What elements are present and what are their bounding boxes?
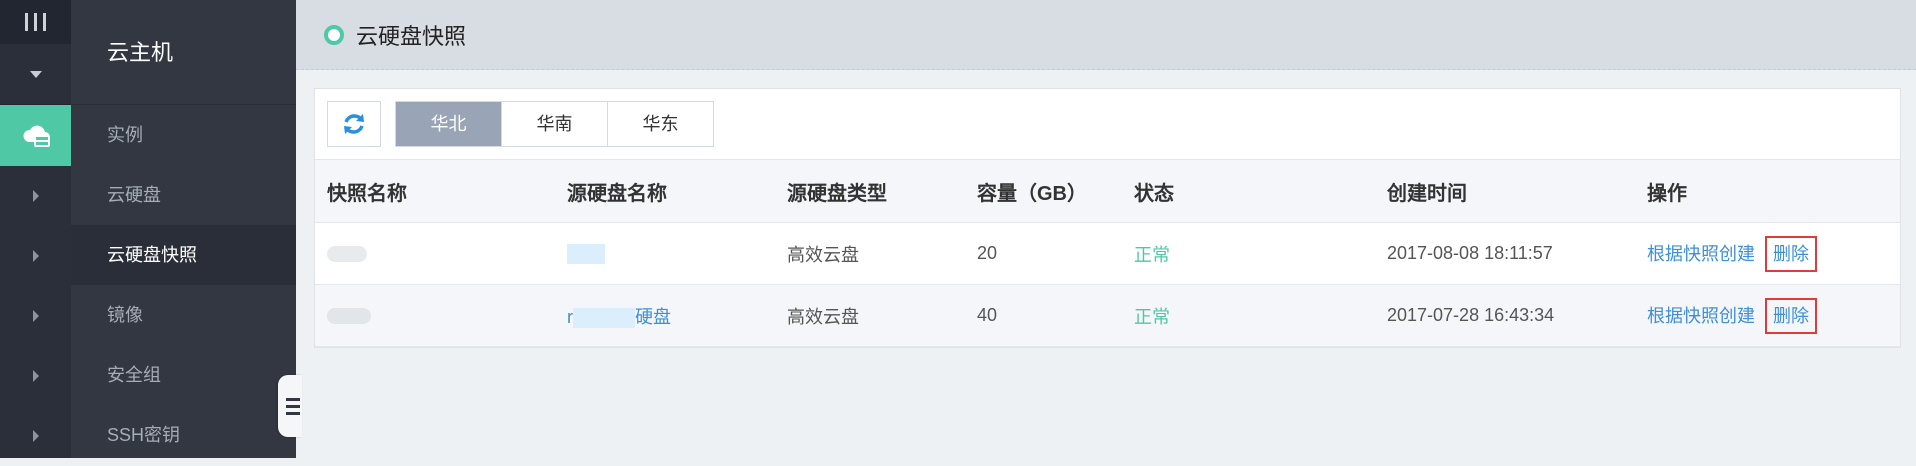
delete-button[interactable]: 删除 [1765, 297, 1817, 334]
title-ring-icon [324, 24, 344, 45]
created-time-cell: 2017-07-28 16:43:34 [1387, 284, 1647, 347]
column-header-status[interactable]: 状态 [1134, 159, 1387, 223]
column-header-created[interactable]: 创建时间 [1387, 159, 1647, 223]
table-row: 高效云盘 20 正常 2017-08-08 18:11:57 根据快照创建 删除 [315, 222, 1900, 285]
column-header-disk-type[interactable]: 源硬盘类型 [787, 159, 977, 223]
source-disk-cell[interactable]: r 硬盘 [567, 284, 787, 347]
menu-toggle[interactable] [0, 0, 71, 44]
sidebar-item-disk-snapshot[interactable]: 云硬盘快照 [71, 225, 296, 285]
collapse-icon [29, 70, 42, 78]
refresh-button[interactable] [327, 101, 381, 147]
rail-item-4[interactable] [0, 286, 71, 346]
rail-collapse-button[interactable] [0, 44, 71, 105]
rail-item-cloud-server[interactable] [0, 105, 71, 166]
redacted-source-disk-name [573, 307, 635, 328]
created-time-cell: 2017-08-08 18:11:57 [1387, 222, 1647, 285]
sidebar-section-title: 云主机 [71, 0, 296, 105]
snapshot-panel: 华北 华南 华东 快照名称 源硬盘名称 源硬盘类型 容量（GB） 状态 创建时间… [314, 88, 1901, 348]
expand-arrow-icon [32, 250, 39, 262]
source-disk-cell[interactable] [567, 222, 787, 285]
create-from-snapshot-link[interactable]: 根据快照创建 [1647, 244, 1755, 264]
column-header-snapshot-name[interactable]: 快照名称 [315, 159, 567, 223]
page-title: 云硬盘快照 [356, 23, 467, 49]
disk-type-cell: 高效云盘 [787, 222, 977, 285]
tab-north-china[interactable]: 华北 [396, 102, 502, 146]
sidebar-item-ssh-keys[interactable]: SSH密钥 [71, 405, 296, 465]
tab-east-china[interactable]: 华东 [608, 102, 713, 146]
toolbar: 华北 华南 华东 [315, 89, 1900, 159]
snapshot-name-cell [315, 284, 567, 347]
sidebar-item-security-group[interactable]: 安全组 [71, 345, 296, 405]
menu-icon [25, 13, 46, 31]
sidebar-item-instances[interactable]: 实例 [71, 105, 296, 165]
delete-button[interactable]: 删除 [1765, 235, 1817, 272]
page-header: 云硬盘快照 [296, 0, 1916, 70]
snapshot-name-cell [315, 222, 567, 285]
expand-arrow-icon [32, 310, 39, 322]
capacity-cell: 20 [977, 222, 1134, 285]
rail-item-6[interactable] [0, 406, 71, 466]
sub-sidebar: 云主机 实例 云硬盘 云硬盘快照 镜像 安全组 SSH密钥 [71, 0, 296, 458]
redacted-source-disk-link[interactable] [567, 244, 605, 265]
table-row: r 硬盘 高效云盘 40 正常 2017-07-28 16:43:34 根据快照创… [315, 284, 1900, 347]
column-header-actions: 操作 [1647, 159, 1900, 223]
expand-arrow-icon [32, 370, 39, 382]
table-header-row: 快照名称 源硬盘名称 源硬盘类型 容量（GB） 状态 创建时间 操作 [315, 159, 1900, 223]
redacted-snapshot-name [327, 246, 367, 263]
disk-type-cell: 高效云盘 [787, 284, 977, 347]
actions-cell: 根据快照创建 删除 [1647, 284, 1900, 347]
icon-rail [0, 0, 71, 458]
redacted-snapshot-name [327, 308, 371, 325]
region-tabs: 华北 华南 华东 [395, 101, 714, 147]
capacity-cell: 40 [977, 284, 1134, 347]
rail-item-2[interactable] [0, 166, 71, 226]
snapshot-table: 快照名称 源硬盘名称 源硬盘类型 容量（GB） 状态 创建时间 操作 高效云盘 … [315, 159, 1900, 347]
sidebar-item-images[interactable]: 镜像 [71, 285, 296, 345]
actions-cell: 根据快照创建 删除 [1647, 222, 1900, 285]
column-header-source-disk[interactable]: 源硬盘名称 [567, 159, 787, 223]
status-cell: 正常 [1134, 284, 1387, 347]
expand-arrow-icon [32, 190, 39, 202]
tab-south-china[interactable]: 华南 [502, 102, 608, 146]
status-cell: 正常 [1134, 222, 1387, 285]
sidebar-item-cloud-disk[interactable]: 云硬盘 [71, 165, 296, 225]
expand-arrow-icon [32, 430, 39, 442]
refresh-icon [344, 114, 364, 134]
cloud-server-icon [22, 125, 50, 147]
rail-item-3[interactable] [0, 226, 71, 286]
rail-item-5[interactable] [0, 346, 71, 406]
main-content: 云硬盘快照 华北 华南 华东 快照名称 源硬盘名称 源硬盘类型 容量（GB） 状… [296, 0, 1916, 458]
column-header-capacity[interactable]: 容量（GB） [977, 159, 1134, 223]
source-disk-suffix[interactable]: 硬盘 [635, 307, 671, 327]
create-from-snapshot-link[interactable]: 根据快照创建 [1647, 306, 1755, 326]
